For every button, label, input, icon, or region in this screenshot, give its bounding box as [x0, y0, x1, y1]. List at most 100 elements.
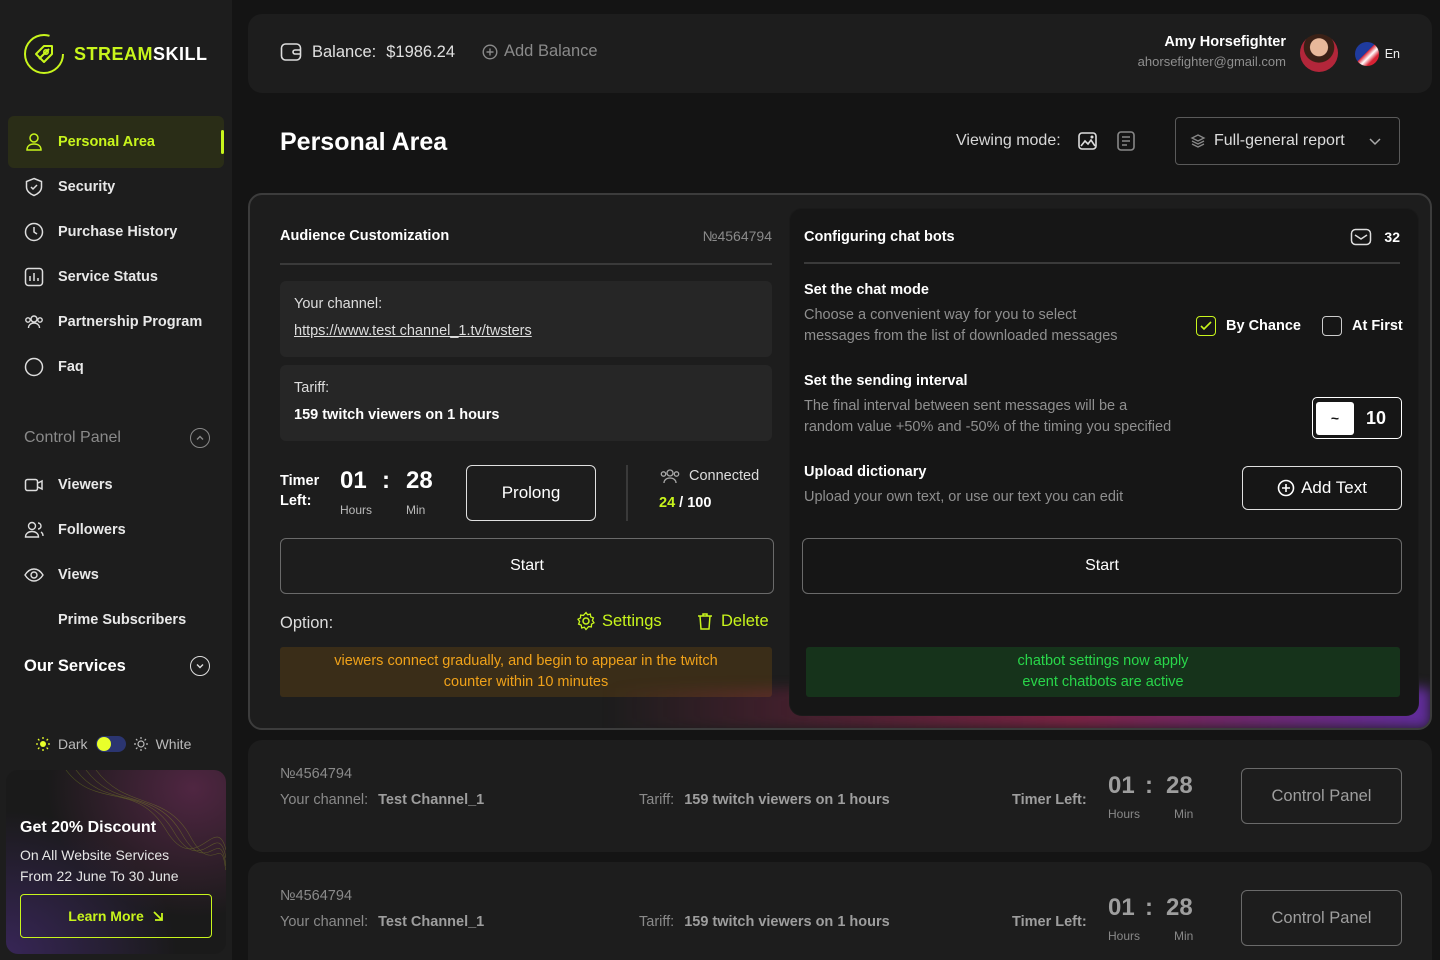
minutes-label: Min: [406, 503, 426, 517]
timer-hours: 01: [1108, 772, 1135, 799]
control-panel-button[interactable]: Control Panel: [1241, 890, 1402, 946]
chevron-down-icon: [1369, 138, 1381, 146]
chat-mode-title: Set the chat mode: [804, 282, 929, 298]
sidebar-item-label: Service Status: [58, 268, 158, 285]
user-icon: [26, 133, 42, 151]
interval-input[interactable]: ~ 10: [1312, 397, 1402, 439]
sidebar-item-label: Followers: [58, 521, 126, 538]
topbar: Balance: $1986.24 Add Balance Amy Horsef…: [248, 14, 1432, 93]
at-first-label: At First: [1352, 318, 1403, 334]
order-channel: Your channel: Test Channel_1: [280, 914, 484, 930]
timer-colon: :: [1145, 894, 1153, 921]
sidebar-item-views[interactable]: Views: [8, 552, 224, 597]
us-flag-icon: [1354, 42, 1379, 66]
layers-icon: [1190, 134, 1206, 148]
sidebar-item-label: Personal Area: [58, 134, 155, 150]
timer-colon: :: [1145, 772, 1153, 799]
start-chatbots-button[interactable]: Start: [802, 538, 1402, 594]
desc-line: messages from the list of downloaded mes…: [804, 328, 1118, 344]
rocket-logo-icon: [24, 34, 64, 74]
order-number: №4564794: [280, 766, 353, 782]
chevron-up-icon[interactable]: [190, 428, 210, 448]
wallet-icon: [280, 43, 302, 61]
order-detail-card: Audience Customization №4564794 Your cha…: [248, 193, 1432, 730]
promo-text: On All Website Services From 22 June To …: [20, 845, 220, 887]
sidebar-item-label: Purchase History: [58, 223, 178, 240]
chevron-down-icon[interactable]: [190, 656, 210, 676]
add-balance-button[interactable]: Add Balance: [482, 42, 598, 61]
logo-text: STREAMSKILL: [74, 43, 208, 64]
group-icon: [25, 314, 43, 328]
channel-label: Your channel:: [280, 914, 369, 930]
audience-title: Audience Customization: [280, 228, 450, 244]
timer-hours: 01: [340, 467, 367, 494]
divider: [626, 465, 628, 521]
eye-icon: [24, 567, 44, 582]
sidebar-item-followers[interactable]: Followers: [8, 507, 224, 552]
sidebar-item-prime-subscribers[interactable]: Prime Subscribers: [8, 597, 224, 642]
timer-hours: 01: [1108, 894, 1135, 921]
sidebar-item-security[interactable]: Security: [8, 164, 224, 209]
sidebar-item-label: Partnership Program: [58, 313, 203, 330]
list-view-icon[interactable]: [1115, 130, 1137, 152]
prolong-button[interactable]: Prolong: [466, 465, 596, 521]
timer-label-line: Left:: [280, 493, 312, 509]
notice-line: viewers connect gradually, and begin to …: [334, 653, 718, 669]
add-text-button[interactable]: Add Text: [1242, 466, 1402, 510]
hours-label: Hours: [340, 503, 373, 517]
image-view-icon[interactable]: [1077, 130, 1099, 152]
divider: [804, 262, 1400, 264]
timer-minutes: 28: [1166, 894, 1193, 921]
control-panel-nav: Viewers Followers Views Prime Subscriber…: [8, 462, 224, 642]
main-nav: Personal Area Security Purchase History …: [8, 116, 224, 389]
connected-total: 100: [687, 495, 712, 511]
delete-button[interactable]: Delete: [695, 611, 769, 631]
language-label: En: [1384, 47, 1400, 61]
audience-header: Audience Customization №4564794: [280, 228, 772, 244]
tariff-label: Tariff:: [639, 792, 675, 808]
sidebar-item-partnership[interactable]: Partnership Program: [8, 299, 224, 344]
start-audience-button[interactable]: Start: [280, 538, 774, 594]
order-channel: Your channel: Test Channel_1: [280, 792, 484, 808]
control-panel-button[interactable]: Control Panel: [1241, 768, 1402, 824]
viewing-mode-label: Viewing mode:: [956, 132, 1061, 149]
at-first-checkbox[interactable]: At First: [1322, 316, 1403, 336]
sun-icon: [36, 737, 50, 751]
by-chance-checkbox[interactable]: By Chance: [1196, 316, 1301, 336]
interval-tilde[interactable]: ~: [1316, 401, 1354, 435]
sidebar-item-service-status[interactable]: Service Status: [8, 254, 224, 299]
desc-line: Choose a convenient way for you to selec…: [804, 307, 1077, 323]
bar-chart-icon: [24, 267, 44, 286]
our-services-section[interactable]: Our Services: [24, 656, 210, 676]
learn-more-button[interactable]: Learn More: [20, 894, 212, 938]
theme-toggle[interactable]: [95, 736, 126, 752]
channel-label: Your channel:: [280, 792, 369, 808]
settings-button[interactable]: Settings: [576, 611, 662, 631]
language-selector[interactable]: En: [1354, 42, 1400, 66]
report-select[interactable]: Full-general report: [1175, 117, 1400, 165]
users-icon: [24, 521, 44, 538]
tariff-value: 159 twitch viewers on 1 hours: [684, 914, 890, 930]
chatbots-title: Configuring chat bots: [804, 229, 955, 245]
arrow-down-right-icon: [153, 911, 163, 921]
user-info[interactable]: Amy Horsefighter ahorsefighter@gmail.com: [1138, 34, 1286, 69]
sidebar-item-faq[interactable]: Faq: [8, 344, 224, 389]
channel-label: Your channel:: [294, 296, 383, 312]
control-panel-section[interactable]: Control Panel: [24, 428, 210, 448]
user-name: Amy Horsefighter: [1164, 34, 1286, 50]
chatbots-panel: Configuring chat bots 32 Set the chat mo…: [790, 209, 1418, 715]
avatar[interactable]: [1300, 34, 1338, 72]
sidebar-item-purchase-history[interactable]: Purchase History: [8, 209, 224, 254]
theme-switcher: Dark White: [36, 736, 191, 752]
tariff-value: 159 twitch viewers on 1 hours: [294, 407, 500, 423]
sun-outline-icon: [133, 737, 148, 751]
promo-line: From 22 June To 30 June: [20, 868, 179, 884]
logo[interactable]: STREAMSKILL: [22, 32, 208, 76]
channel-link[interactable]: https://www.test channel_1.tv/twsters: [294, 323, 532, 339]
sidebar-item-personal-area[interactable]: Personal Area: [8, 116, 224, 168]
sidebar-item-viewers[interactable]: Viewers: [8, 462, 224, 507]
learn-more-label: Learn More: [68, 908, 144, 924]
theme-white-label: White: [155, 736, 192, 752]
sidebar-item-label: Faq: [58, 358, 84, 375]
sidebar-item-label: Prime Subscribers: [58, 611, 187, 628]
